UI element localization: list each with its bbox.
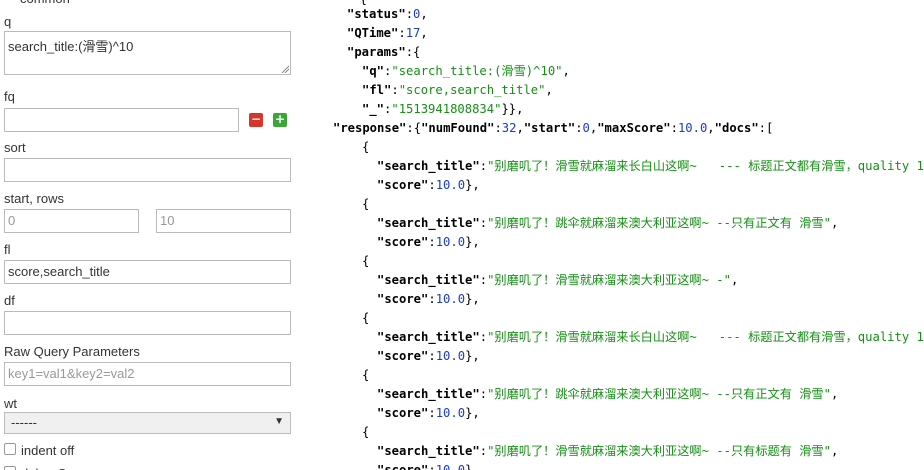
add-fq-icon[interactable]: + xyxy=(273,113,287,127)
doc-open-brace: { xyxy=(362,254,370,268)
fl-input[interactable]: score,search_title xyxy=(4,260,291,284)
json-line-qtime: "QTime":17, xyxy=(347,26,428,40)
start-rows-label: start, rows xyxy=(4,191,64,206)
wt-label: wt xyxy=(4,396,17,411)
df-label: df xyxy=(4,293,15,308)
json-line-param-underscore: "_":"1513941808834"}}, xyxy=(362,102,524,116)
doc-search-title: "search_title":"别磨叽了！滑雪就麻溜来长白山这啊~ --- 标题… xyxy=(377,159,924,173)
q-value: search_title:(滑雪)^10 xyxy=(8,39,134,54)
q-label: q xyxy=(4,14,12,29)
doc-open-brace: { xyxy=(362,368,370,382)
doc-open-brace: { xyxy=(362,197,370,211)
doc-search-title: "search_title":"别磨叽了！滑雪就麻溜来长白山这啊~ --- 标题… xyxy=(377,330,924,344)
json-line-param-fl: "fl":"score,search_title", xyxy=(362,83,553,97)
rows-input[interactable]: 10 xyxy=(156,209,291,233)
doc-score: "score":10.0}, xyxy=(377,292,480,306)
json-line-params: "params":{ xyxy=(347,45,421,59)
q-textarea[interactable]: search_title:(滑雪)^10 xyxy=(4,31,291,75)
raw-params-label: Raw Query Parameters xyxy=(4,344,140,359)
fq-input[interactable] xyxy=(4,108,239,132)
doc-score: "score":10.0}, xyxy=(377,235,480,249)
doc-search-title: "search_title":"别磨叽了！滑雪就麻溜来澳大利亚这啊~ --只有标… xyxy=(377,444,839,458)
doc-open-brace: { xyxy=(362,311,370,325)
raw-params-input[interactable]: key1=val1&key2=val2 xyxy=(4,362,291,386)
doc-search-title: "search_title":"别磨叽了！滑雪就麻溜来澳大利亚这啊~ -", xyxy=(377,273,739,287)
doc-search-title: "search_title":"别磨叽了！跳伞就麻溜来澳大利亚这啊~ --只有正… xyxy=(377,387,839,401)
doc-open-brace: { xyxy=(362,425,370,439)
sort-input[interactable] xyxy=(4,158,291,182)
indent-checkbox[interactable] xyxy=(4,443,16,455)
doc-open-brace: { xyxy=(362,140,370,154)
fl-label: fl xyxy=(4,242,11,257)
sort-label: sort xyxy=(4,140,26,155)
doc-search-title: "search_title":"别磨叽了！跳伞就麻溜来澳大利亚这啊~ --只有正… xyxy=(377,216,839,230)
json-line-response: "response":{"numFound":32,"start":0,"max… xyxy=(333,121,774,135)
doc-score: "score":10.0}, xyxy=(377,463,480,470)
query-form: common q search_title:(滑雪)^10 fq − + sor… xyxy=(0,0,305,470)
indent-label: indent off xyxy=(21,443,75,458)
common-section-label: common xyxy=(20,0,70,6)
json-line-param-q: "q":"search_title:(滑雪)^10", xyxy=(362,64,570,78)
doc-score: "score":10.0}, xyxy=(377,349,480,363)
debug-query-checkbox[interactable] xyxy=(4,466,16,470)
wt-selected: ------ xyxy=(11,415,37,430)
debug-query-label: debugQuery xyxy=(21,466,93,470)
json-line-status: "status":0, xyxy=(347,7,428,21)
resize-grip-icon[interactable] xyxy=(281,65,289,73)
remove-fq-icon[interactable]: − xyxy=(249,113,263,127)
wt-select[interactable]: ------ ▼ xyxy=(4,412,291,434)
doc-score: "score":10.0}, xyxy=(377,178,480,192)
json-response-panel: { "status":0, "QTime":17, "params":{ "q"… xyxy=(305,0,924,470)
fq-label: fq xyxy=(4,89,15,104)
doc-score: "score":10.0}, xyxy=(377,406,480,420)
start-input[interactable]: 0 xyxy=(4,209,139,233)
df-input[interactable] xyxy=(4,311,291,335)
dropdown-arrow-icon: ▼ xyxy=(274,416,284,427)
